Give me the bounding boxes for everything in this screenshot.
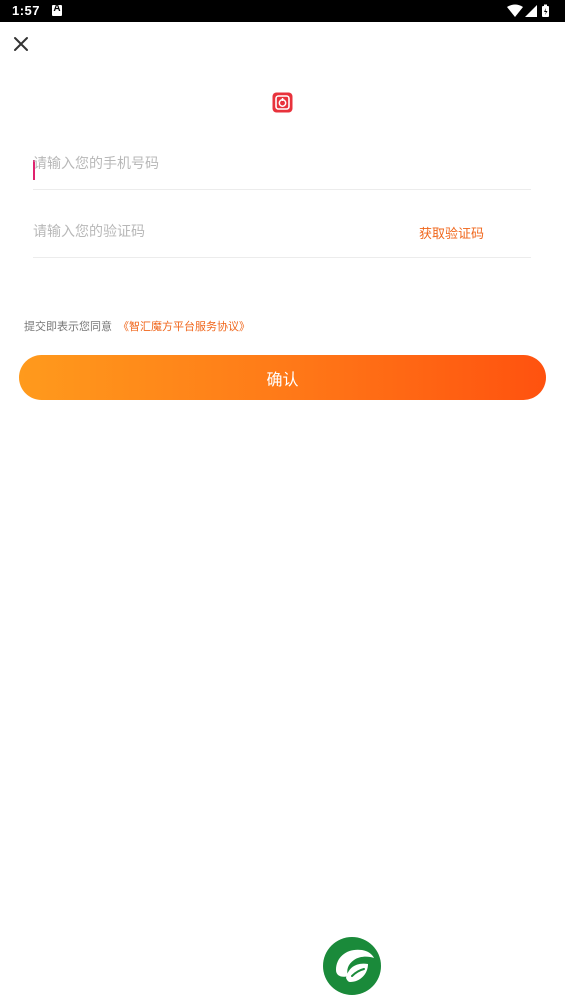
close-icon [14,37,28,51]
wifi-icon [507,4,523,17]
signal-icon [525,5,537,17]
app-logo-icon [272,92,293,113]
agreement-link[interactable]: 《智汇魔方平台服务协议》 [118,320,250,333]
agreement-text: 提交即表示您同意 [24,320,112,333]
leaf-logo-icon [322,936,382,996]
phone-input[interactable] [33,151,403,177]
verification-code-input[interactable] [33,219,403,245]
confirm-button[interactable]: 确认 [19,355,546,400]
status-bar: 1:57 A [0,0,565,22]
close-button[interactable] [10,33,32,55]
status-time: 1:57 [12,3,41,18]
phone-field [33,143,531,190]
agreement-row: 提交即表示您同意 《智汇魔方平台服务协议》 [24,318,250,334]
battery-icon [542,4,549,17]
a-icon: A [52,3,62,16]
status-icons [507,4,551,18]
get-code-button[interactable]: 获取验证码 [419,223,484,242]
code-field: 获取验证码 [33,211,531,258]
